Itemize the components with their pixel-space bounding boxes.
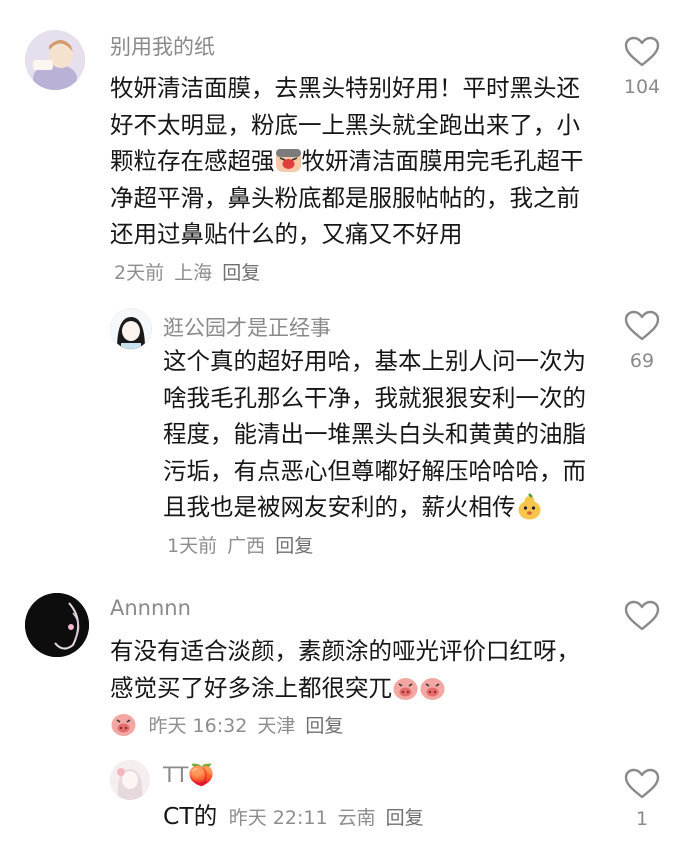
avatar[interactable] [25,593,89,657]
username[interactable]: TT🍑 [163,763,214,788]
reply-button[interactable]: 回复 [305,715,343,737]
reply-button[interactable]: 回复 [386,807,424,829]
reply-text: CT的 昨天 22:11 云南 回复 [163,798,593,837]
comment-meta: 2天前 上海 回复 [110,262,260,284]
location: 天津 [257,715,296,737]
timestamp: 2天前 [114,261,165,284]
comment-text-content: 有没有适合淡颜，素颜涂的哑光评价口红呀，感觉买了好多涂上都很突兀 [110,637,580,702]
comment-text: 牧妍清洁面膜，去黑头特别好用！平时黑头还好不太明显，粉底一上黑头就全跑出来了，小… [110,70,590,291]
username[interactable]: Annnnn [110,596,191,620]
timestamp: 1天前 [167,534,218,557]
comment-meta: 昨天 16:32 天津 回复 [144,715,343,737]
like-button[interactable]: 69 [612,310,672,372]
reply-meta: 1天前 广西 回复 [163,535,313,557]
pig-emoji-icon [110,710,137,737]
avatar[interactable] [25,30,85,90]
like-button[interactable]: 1 [612,768,672,830]
username[interactable]: 逛公园才是正经事 [163,312,331,342]
location: 上海 [174,261,213,284]
reply-button[interactable]: 回复 [222,262,260,284]
like-count: 1 [635,808,649,830]
heart-icon [624,310,660,341]
pig-emoji-icon [392,674,419,701]
timestamp: 昨天 16:32 [148,715,248,737]
pig-emoji-icon [419,674,446,701]
reply-text: 这个真的超好用哈，基本上别人问一次为啥我毛孔那么干净，我就狠狠安利一次的程度，能… [163,343,593,564]
like-button[interactable]: 104 [612,36,672,98]
heart-icon [624,36,660,67]
avatar[interactable] [110,308,152,350]
location: 云南 [337,807,376,829]
like-button[interactable] [612,600,672,632]
like-count: 104 [623,76,661,98]
reply-meta: 昨天 22:11 云南 回复 [225,807,424,829]
heart-icon [624,768,660,799]
gourd-emoji-icon [516,493,543,520]
reply-button[interactable]: 回复 [275,535,313,557]
username[interactable]: 别用我的纸 [110,31,215,61]
comment-text: 有没有适合淡颜，素颜涂的哑光评价口红呀，感觉买了好多涂上都很突兀 昨天 16:3… [110,633,590,745]
timestamp: 昨天 22:11 [228,807,328,829]
like-count: 69 [629,350,655,372]
reply-text-content: CT的 [163,802,218,830]
heart-icon [624,600,660,631]
crying-face-emoji-icon [275,147,302,174]
avatar[interactable] [110,760,150,800]
location: 广西 [227,534,266,557]
